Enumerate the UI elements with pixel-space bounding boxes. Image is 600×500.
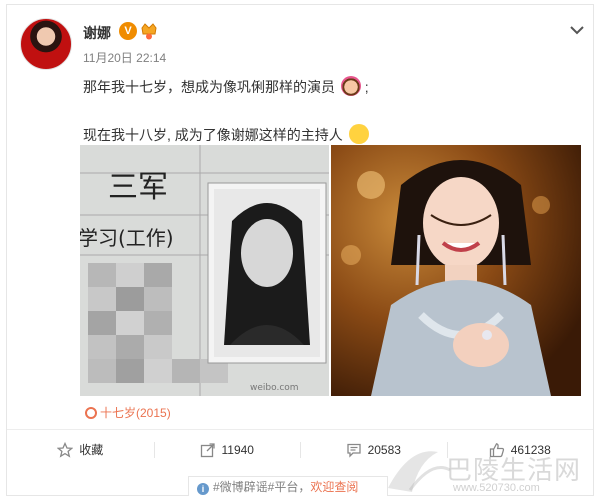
location-text: 十七岁(2015) bbox=[100, 406, 171, 420]
post-photo-old-id[interactable]: 三军 学习(工作) weibo.com bbox=[80, 145, 329, 396]
favorite-label: 收藏 bbox=[79, 443, 104, 457]
portrait-illustration bbox=[331, 145, 581, 396]
post-photo-portrait[interactable] bbox=[331, 145, 581, 396]
info-icon: i bbox=[197, 483, 209, 495]
post-text-1-suffix: ; bbox=[364, 79, 369, 95]
post-text-line-1: 那年我十七岁，想成为像巩俐那样的演员 ; bbox=[83, 76, 369, 97]
comment-count: 20583 bbox=[367, 442, 401, 457]
location-tag[interactable]: 十七岁(2015) bbox=[85, 404, 171, 421]
rumor-tag[interactable]: #微博辟谣#平台， bbox=[213, 480, 310, 494]
chevron-down-icon[interactable] bbox=[568, 23, 586, 37]
comment-button[interactable]: 20583 bbox=[300, 430, 447, 469]
handwritten-text: 三军 bbox=[108, 170, 168, 205]
verified-badge-icon: V bbox=[119, 22, 137, 40]
weibo-post-card: 谢娜 V 11月20日 22:14 那年我十七岁，想成为像巩俐那样的演员 ; 现… bbox=[6, 4, 594, 496]
forward-icon bbox=[200, 442, 215, 457]
post-text-line-2: 现在我十八岁, 成为了像谢娜这样的主持人 bbox=[83, 124, 369, 145]
favorite-button[interactable]: 收藏 bbox=[7, 430, 154, 469]
star-icon bbox=[57, 441, 74, 458]
forward-button[interactable]: 11940 bbox=[153, 430, 301, 469]
location-pin-icon bbox=[85, 407, 97, 419]
author-avatar[interactable] bbox=[20, 18, 72, 70]
tongue-out-emoji-icon bbox=[348, 124, 369, 144]
girl-emoji-icon bbox=[340, 76, 361, 96]
old-id-photo-illustration: 三军 学习(工作) weibo.com bbox=[80, 145, 329, 396]
form-label-text: 学习(工作) bbox=[80, 226, 174, 250]
rumor-notice: i #微博辟谣#平台，欢迎查阅 bbox=[188, 476, 388, 496]
rumor-link[interactable]: 欢迎查阅 bbox=[310, 480, 358, 494]
photo-source-mark: weibo.com bbox=[250, 383, 299, 393]
forward-count: 11940 bbox=[221, 442, 254, 457]
comment-icon bbox=[346, 443, 361, 458]
watermark-url: www.520730.com bbox=[453, 482, 540, 494]
vip-crown-icon[interactable] bbox=[140, 20, 158, 40]
post-time[interactable]: 11月20日 22:14 bbox=[83, 49, 166, 66]
author-name[interactable]: 谢娜 bbox=[83, 23, 111, 43]
post-text-2: 现在我十八岁, 成为了像谢娜这样的主持人 bbox=[83, 127, 343, 143]
post-text-1: 那年我十七岁，想成为像巩俐那样的演员 bbox=[83, 79, 335, 95]
